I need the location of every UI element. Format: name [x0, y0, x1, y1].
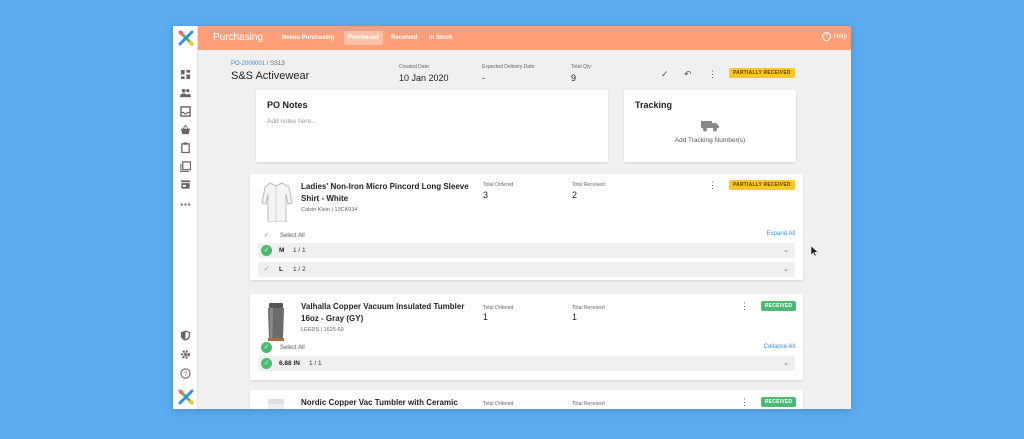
truck-icon: [701, 121, 719, 132]
po-notes-card: PO Notes Add notes here...: [256, 90, 608, 162]
clipboard-icon[interactable]: [180, 142, 191, 153]
received-label: Total Received: [572, 305, 605, 311]
po-item-card: Valhalla Copper Vacuum Insulated Tumbler…: [250, 294, 803, 380]
undo-icon[interactable]: ↶: [684, 69, 692, 80]
basket-icon[interactable]: [180, 124, 191, 135]
check-icon[interactable]: ✓: [661, 69, 669, 80]
variant-count: 1 / 1: [309, 360, 322, 367]
footer-logo[interactable]: [177, 388, 195, 406]
collapse-all-link[interactable]: Collapse All: [764, 344, 795, 350]
item-status-badge: PARTIALLY RECEIVED: [729, 180, 795, 190]
store-icon[interactable]: [180, 179, 191, 190]
more-vert-icon[interactable]: ⋮: [740, 397, 749, 408]
item-sku: Calvin Klein | 13CK034: [301, 207, 358, 213]
check-circle-icon[interactable]: ✓: [261, 358, 272, 369]
ordered-label: Total Ordered: [483, 182, 514, 188]
side-rail: ?: [173, 26, 198, 409]
svg-text:?: ?: [184, 371, 188, 378]
ordered-value: 1: [483, 312, 489, 322]
variant-row[interactable]: ✓ 6.88 IN 1 / 1 ⌄: [258, 356, 795, 371]
top-bar: Purchasing Needs Purchasing Purchased Re…: [198, 26, 851, 50]
more-vert-icon[interactable]: ⋮: [708, 180, 717, 191]
ordered-label: Total Ordered: [483, 401, 514, 407]
dashboard-icon[interactable]: [180, 69, 191, 80]
notes-input[interactable]: Add notes here...: [267, 118, 597, 125]
tumbler-image: [268, 303, 284, 341]
shirt-image: [261, 182, 293, 222]
cursor-icon: [811, 246, 818, 256]
item-status-badge: RECEIVED: [761, 397, 797, 407]
created-date: Created Date: 10 Jan 2020: [399, 64, 449, 83]
add-tracking-link[interactable]: Add Tracking Number(s): [624, 137, 796, 144]
select-all-toggle[interactable]: ✓ Select All: [261, 230, 305, 241]
variant-count: 1 / 2: [293, 266, 306, 273]
received-value: 1: [572, 312, 578, 322]
check-circle-icon[interactable]: ✓: [261, 245, 272, 256]
tab-needs-purchasing[interactable]: Needs Purchasing: [278, 31, 338, 45]
variant-row[interactable]: ✓ M 1 / 1 ⌄: [258, 243, 795, 258]
po-number-link[interactable]: PO-2000001: [231, 61, 265, 67]
tab-purchased[interactable]: Purchased: [344, 31, 383, 45]
checkbox-icon[interactable]: ✓: [261, 264, 272, 275]
received-label: Total Received: [572, 182, 605, 188]
ordered-value: 3: [483, 190, 489, 200]
help-label: Help: [833, 33, 847, 40]
variant-size: L: [279, 266, 283, 273]
more-icon[interactable]: [180, 199, 191, 210]
variant-row[interactable]: ✓ L 1 / 2 ⌄: [258, 262, 795, 277]
received-value: 2: [572, 190, 578, 200]
inbox-icon[interactable]: [180, 106, 191, 117]
ordered-label: Total Ordered: [483, 305, 514, 311]
shield-icon[interactable]: [180, 330, 191, 341]
expand-all-link[interactable]: Expand All: [767, 231, 795, 237]
select-all-label: Select All: [280, 344, 305, 351]
people-icon[interactable]: [180, 87, 191, 98]
expected-delivery: Expected Delivery Date: -: [482, 64, 536, 83]
help-circle-icon: ?: [821, 32, 831, 41]
check-circle-icon[interactable]: ✓: [261, 342, 272, 353]
app-window: ? Purchasing Needs Purchasing Purchased …: [173, 26, 851, 409]
chevron-down-icon[interactable]: ⌄: [783, 246, 789, 254]
po-item-card: Nordic Copper Vac Tumbler with Ceramic T…: [250, 390, 803, 409]
chevron-down-icon[interactable]: ⌄: [783, 265, 789, 273]
variant-size: 6.88 IN: [279, 360, 300, 367]
received-label: Total Received: [572, 401, 605, 407]
tracking-title: Tracking: [635, 100, 673, 110]
more-vert-icon[interactable]: ⋮: [708, 69, 717, 80]
po-item-card: Ladies' Non-Iron Micro Pincord Long Slee…: [250, 174, 803, 280]
item-status-badge: RECEIVED: [761, 301, 797, 311]
item-sku: LEEDS | 1625-69: [301, 327, 344, 333]
vendor-title: S&S Activewear: [231, 70, 310, 82]
po-suffix: / SS13: [265, 61, 285, 67]
item-name: Ladies' Non-Iron Micro Pincord Long Slee…: [301, 182, 469, 203]
item-name: Valhalla Copper Vacuum Insulated Tumbler…: [301, 302, 465, 323]
library-icon[interactable]: [180, 161, 191, 172]
more-vert-icon[interactable]: ⋮: [740, 301, 749, 312]
variant-count: 1 / 1: [293, 247, 306, 254]
tab-received[interactable]: Received: [387, 31, 421, 45]
variant-size: M: [279, 247, 285, 254]
tracking-card: Tracking Add Tracking Number(s): [624, 90, 796, 162]
app-logo[interactable]: [177, 29, 195, 47]
settings-icon[interactable]: [180, 349, 191, 360]
tumbler-image: [268, 399, 284, 409]
app-title: Purchasing: [213, 32, 264, 43]
help-link[interactable]: ? Help: [821, 32, 847, 41]
select-all-label: Select All: [280, 232, 305, 239]
checkbox-icon[interactable]: ✓: [261, 230, 272, 241]
po-status-badge: PARTIALLY RECEIVED: [729, 68, 795, 78]
select-all-toggle[interactable]: ✓ Select All: [261, 342, 305, 353]
item-name: Nordic Copper Vac Tumbler with Ceramic: [301, 398, 458, 407]
chevron-down-icon[interactable]: ⌄: [783, 359, 789, 367]
tab-in-stock[interactable]: In Stock: [425, 31, 456, 45]
po-notes-title: PO Notes: [267, 100, 308, 110]
help-icon[interactable]: ?: [180, 368, 191, 379]
breadcrumb: PO-2000001 / SS13: [231, 61, 285, 67]
total-qty: Total Qty: 9: [571, 64, 593, 83]
